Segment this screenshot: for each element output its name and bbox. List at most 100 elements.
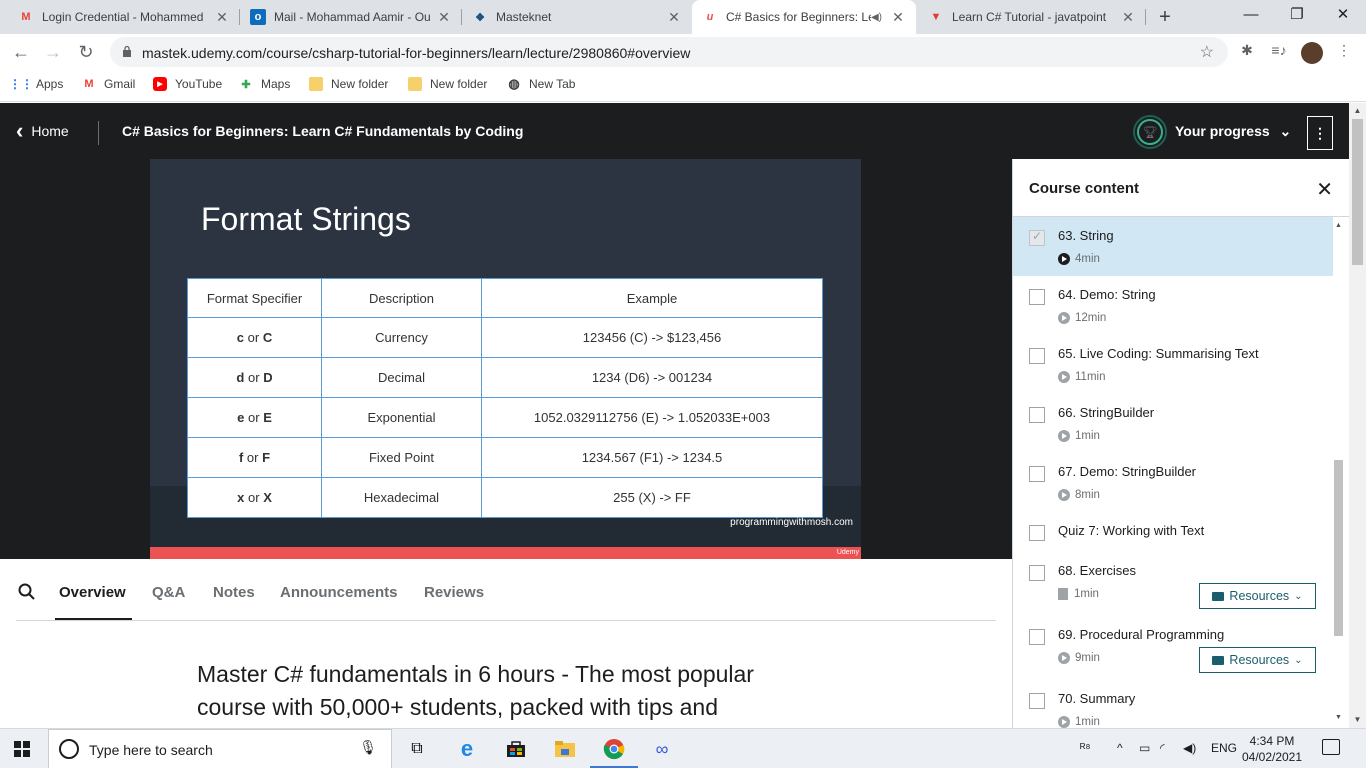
notifications-icon[interactable] <box>1322 739 1340 755</box>
bookmark-label: New Tab <box>529 77 576 91</box>
page-scrollbar[interactable]: ▲ ▼ <box>1349 103 1366 728</box>
scroll-up-icon[interactable]: ▲ <box>1349 106 1366 115</box>
chrome-menu-icon[interactable]: ⋮ <box>1334 42 1354 62</box>
your-progress-dropdown[interactable]: Your progress ⌄ <box>1175 103 1291 159</box>
people-icon[interactable]: ᴿ⁸ <box>1080 741 1090 755</box>
folder-icon <box>309 77 323 91</box>
tab-announcements[interactable]: Announcements <box>280 584 398 601</box>
tab-qa[interactable]: Q&A <box>152 584 185 601</box>
media-control-icon[interactable]: ≡♪ <box>1269 42 1289 62</box>
address-bar[interactable]: mastek.udemy.com/course/csharp-tutorial-… <box>110 37 1228 67</box>
lecture-item-current[interactable]: 63. String 4min <box>1013 217 1333 276</box>
more-options-icon[interactable]: ⋮ <box>1307 116 1333 150</box>
lecture-item[interactable]: 67. Demo: StringBuilder 8min <box>1013 453 1333 512</box>
home-link[interactable]: ‹ Home <box>16 103 69 159</box>
bookmark-star-icon[interactable]: ☆ <box>1200 42 1214 62</box>
minimize-icon[interactable]: — <box>1228 0 1274 34</box>
chrome-icon[interactable] <box>590 735 638 768</box>
language-indicator[interactable]: ENG <box>1211 741 1237 755</box>
windows-start-icon[interactable] <box>14 741 30 757</box>
new-tab-button[interactable]: + <box>1153 5 1177 29</box>
extensions-puzzle-icon[interactable]: ✱ <box>1237 42 1257 62</box>
resources-dropdown-button[interactable]: Resources ⌄ <box>1199 583 1316 609</box>
back-arrow-icon[interactable]: ← <box>8 39 34 65</box>
browser-tab-active[interactable]: u C# Basics for Beginners: Le ◀) ✕ <box>692 0 916 34</box>
lecture-checkbox[interactable] <box>1029 565 1045 581</box>
file-explorer-icon[interactable] <box>551 735 579 763</box>
chevron-left-icon: ‹ <box>16 118 24 143</box>
store-icon[interactable] <box>502 735 530 763</box>
lecture-item[interactable]: 65. Live Coding: Summarising Text 11min <box>1013 335 1333 394</box>
taskbar-search-box[interactable]: Type here to search 🎙︎ <box>48 729 392 768</box>
browser-tab[interactable]: ❖ Masteknet ✕ <box>462 0 692 34</box>
sidebar-scrollbar[interactable]: ▲ ▼ <box>1333 220 1344 728</box>
lecture-item[interactable]: 68. Exercises 1min Resources ⌄ <box>1013 552 1333 616</box>
show-hidden-icons-icon[interactable]: ^ <box>1117 741 1123 755</box>
lecture-item[interactable]: 66. StringBuilder 1min <box>1013 394 1333 453</box>
tab-reviews[interactable]: Reviews <box>424 584 484 601</box>
search-icon[interactable] <box>18 583 36 601</box>
lecture-checkbox[interactable] <box>1029 525 1045 541</box>
browser-tab[interactable]: M Login Credential - Mohammed ✕ <box>8 0 240 34</box>
profile-avatar[interactable] <box>1301 42 1323 64</box>
bookmark-youtube[interactable]: ▶ YouTube <box>153 77 222 91</box>
bookmark-apps[interactable]: ⋮⋮ Apps <box>9 77 63 91</box>
task-view-icon[interactable]: ⧉ <box>403 735 431 763</box>
browser-tab[interactable]: o Mail - Mohammad Aamir - Ou ✕ <box>240 0 462 34</box>
progress-ring[interactable]: 🏆︎ <box>1133 115 1167 149</box>
video-player[interactable]: Format Strings Format Specifier Descript… <box>0 159 1012 559</box>
lecture-item[interactable]: 69. Procedural Programming 9min Resource… <box>1013 616 1333 680</box>
scrollbar-thumb[interactable] <box>1334 460 1343 636</box>
lecture-checkbox[interactable] <box>1029 289 1045 305</box>
clock[interactable]: 4:34 PM 04/02/2021 <box>1240 733 1304 765</box>
tab-overview[interactable]: Overview <box>59 584 126 601</box>
bookmark-maps[interactable]: ✚ Maps <box>239 77 290 91</box>
header-divider <box>98 121 99 145</box>
course-title[interactable]: C# Basics for Beginners: Learn C# Fundam… <box>122 103 523 159</box>
forward-arrow-icon[interactable]: → <box>40 39 66 65</box>
gmail-icon: M <box>21 11 31 23</box>
scroll-down-icon[interactable]: ▼ <box>1349 715 1366 724</box>
reload-icon[interactable]: ↻ <box>73 39 99 65</box>
home-label: Home <box>31 123 69 139</box>
course-description: Master C# fundamentals in 6 hours - The … <box>197 658 817 724</box>
edge-icon[interactable]: e <box>453 735 481 763</box>
clock-time: 4:34 PM <box>1249 734 1295 748</box>
infinity-app-icon[interactable]: ∞ <box>648 735 676 763</box>
lecture-checkbox[interactable] <box>1029 348 1045 364</box>
close-tab-icon[interactable]: ✕ <box>1120 9 1136 26</box>
wifi-icon[interactable]: ◜ <box>1160 741 1165 755</box>
volume-icon[interactable]: ◀) <box>1183 741 1196 755</box>
scrollbar-thumb[interactable] <box>1352 119 1363 265</box>
close-tab-icon[interactable]: ✕ <box>666 9 682 26</box>
lecture-checkbox[interactable] <box>1029 466 1045 482</box>
tab-notes[interactable]: Notes <box>213 584 255 601</box>
lecture-checkbox[interactable] <box>1029 407 1045 423</box>
quiz-item[interactable]: Quiz 7: Working with Text <box>1013 512 1333 552</box>
close-icon[interactable]: ✕ <box>1316 177 1333 202</box>
browser-tab[interactable]: ▼ Learn C# Tutorial - javatpoint ✕ <box>918 0 1146 34</box>
bookmark-new-tab[interactable]: ◍ New Tab <box>507 76 576 91</box>
close-tab-icon[interactable]: ✕ <box>436 9 452 26</box>
speaker-icon[interactable]: ◀) <box>871 12 882 23</box>
lecture-checkbox[interactable] <box>1029 229 1045 246</box>
table-row: f or F Fixed Point 1234.567 (F1) -> 1234… <box>187 437 823 478</box>
lecture-item[interactable]: 64. Demo: String 12min <box>1013 276 1333 335</box>
close-tab-icon[interactable]: ✕ <box>214 9 230 26</box>
close-tab-icon[interactable]: ✕ <box>890 9 906 26</box>
microphone-icon[interactable]: 🎙︎ <box>359 739 377 756</box>
restore-icon[interactable]: ❐ <box>1274 0 1320 34</box>
battery-icon[interactable]: ▭ <box>1139 741 1150 755</box>
bookmark-folder[interactable]: New folder <box>309 77 388 91</box>
resources-dropdown-button[interactable]: Resources ⌄ <box>1199 647 1316 673</box>
bookmark-gmail[interactable]: M Gmail <box>82 77 135 91</box>
close-window-icon[interactable]: ✕ <box>1320 0 1366 34</box>
tab-title: C# Basics for Beginners: Le <box>726 10 871 24</box>
lecture-item[interactable]: 70. Summary 1min <box>1013 680 1333 728</box>
play-circle-icon <box>1058 430 1070 442</box>
scroll-up-icon[interactable]: ▲ <box>1333 222 1344 229</box>
scroll-down-icon[interactable]: ▼ <box>1333 714 1344 721</box>
lecture-checkbox[interactable] <box>1029 629 1045 645</box>
bookmark-folder[interactable]: New folder <box>408 77 487 91</box>
lecture-checkbox[interactable] <box>1029 693 1045 709</box>
